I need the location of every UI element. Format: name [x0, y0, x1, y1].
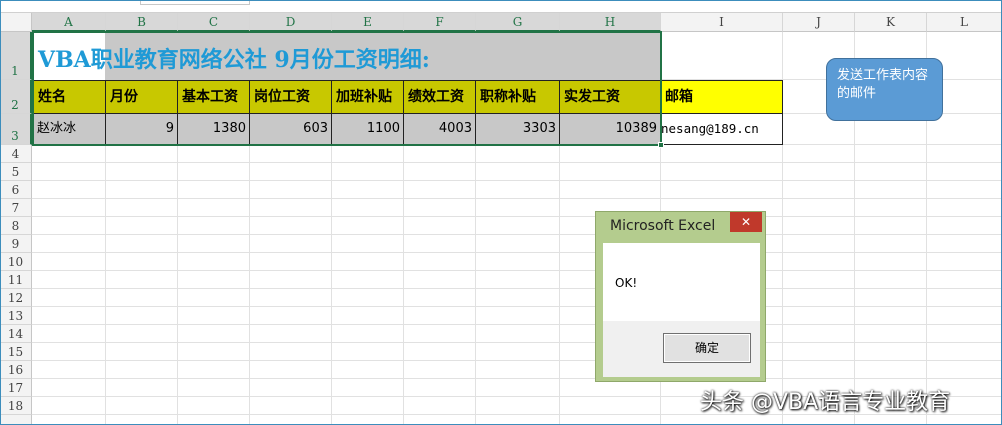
close-icon: ✕: [740, 215, 752, 229]
gridline: [32, 306, 1002, 307]
row-number: 14: [7, 327, 24, 341]
gridline: [32, 180, 1002, 181]
column-header-j[interactable]: J: [783, 13, 855, 32]
close-button[interactable]: ✕: [730, 212, 762, 232]
row-header-2[interactable]: 2: [0, 80, 32, 114]
column-header-d[interactable]: D: [250, 13, 332, 32]
row-header-3[interactable]: 3: [0, 114, 32, 145]
row-number: 16: [7, 363, 24, 377]
row-number: 12: [7, 291, 24, 305]
selection-border: [32, 31, 662, 146]
row-header-17[interactable]: 17: [0, 379, 32, 397]
row-header-8[interactable]: 8: [0, 217, 32, 235]
column-header-f[interactable]: F: [404, 13, 476, 32]
row-number: 6: [11, 183, 20, 197]
row-header-15[interactable]: 15: [0, 343, 32, 361]
row-header-14[interactable]: 14: [0, 325, 32, 343]
gridline: [32, 252, 1002, 253]
row-number: 15: [7, 345, 24, 359]
row-header-4[interactable]: 4: [0, 145, 32, 163]
column-header-g[interactable]: G: [476, 13, 560, 32]
dialog-body: OK! 确定: [603, 243, 760, 377]
row-header-19[interactable]: [0, 415, 32, 425]
select-all-corner[interactable]: [0, 13, 32, 32]
gridline: [32, 360, 1002, 361]
row-number: 13: [7, 309, 24, 323]
send-email-button-label: 发送工作表内容的邮件: [837, 68, 929, 101]
gridline: [32, 324, 1002, 325]
column-header-b[interactable]: B: [106, 13, 178, 32]
gridline: [32, 234, 1002, 235]
row-number: 5: [11, 165, 20, 179]
row-number: 17: [7, 381, 24, 395]
ok-button-label: 确定: [694, 341, 719, 355]
row-number: 3: [11, 129, 19, 143]
column-header-l[interactable]: L: [927, 13, 1002, 32]
column-header-e[interactable]: E: [332, 13, 404, 32]
dialog-title: Microsoft Excel: [610, 218, 716, 234]
row-number: 7: [11, 201, 20, 215]
cell-email[interactable]: nesang@189.cn: [661, 114, 783, 145]
row-header-10[interactable]: 10: [0, 253, 32, 271]
column-header-c[interactable]: C: [178, 13, 250, 32]
header-email[interactable]: 邮箱: [661, 80, 783, 114]
gridline: [32, 378, 1002, 379]
send-email-button[interactable]: 发送工作表内容的邮件: [826, 58, 943, 121]
row-number: 1: [11, 64, 19, 78]
column-header-a[interactable]: A: [32, 13, 106, 32]
fill-handle[interactable]: [658, 142, 664, 148]
row-header-5[interactable]: 5: [0, 163, 32, 181]
gridline: [32, 342, 1002, 343]
row-number: 18: [7, 399, 24, 413]
row-number: 2: [11, 98, 19, 112]
dialog-message: OK!: [615, 276, 638, 290]
gridline: [32, 198, 1002, 199]
watermark: 头条 @VBA语言专业教育: [700, 390, 951, 415]
row-header-12[interactable]: 12: [0, 289, 32, 307]
row-header-1[interactable]: 1: [0, 32, 32, 80]
gridline: [32, 270, 1002, 271]
column-header-i[interactable]: I: [661, 13, 783, 32]
column-header-h[interactable]: H: [560, 13, 661, 32]
row-number: 10: [7, 255, 24, 269]
column-header-k[interactable]: K: [855, 13, 927, 32]
gridline: [32, 162, 1002, 163]
row-number: 4: [11, 147, 20, 161]
row-number: 11: [7, 273, 24, 287]
message-dialog[interactable]: Microsoft Excel ✕ OK! 确定: [595, 211, 766, 382]
row-header-16[interactable]: 16: [0, 361, 32, 379]
ok-button[interactable]: 确定: [663, 333, 751, 363]
row-header-6[interactable]: 6: [0, 181, 32, 199]
row-header-13[interactable]: 13: [0, 307, 32, 325]
row-number: 8: [11, 219, 20, 233]
row-header-11[interactable]: 11: [0, 271, 32, 289]
row-number: 9: [11, 237, 20, 251]
gridline: [32, 288, 1002, 289]
worksheet[interactable]: A B C D E F G H I J K L 1 2 3 4 5 6 7 8 …: [0, 0, 1002, 425]
row-header-18[interactable]: 18: [0, 397, 32, 415]
row-header-7[interactable]: 7: [0, 199, 32, 217]
name-box-edge: [140, 0, 250, 5]
row-header-9[interactable]: 9: [0, 235, 32, 253]
gridline: [32, 216, 1002, 217]
formula-bar-strip: [0, 0, 1002, 13]
